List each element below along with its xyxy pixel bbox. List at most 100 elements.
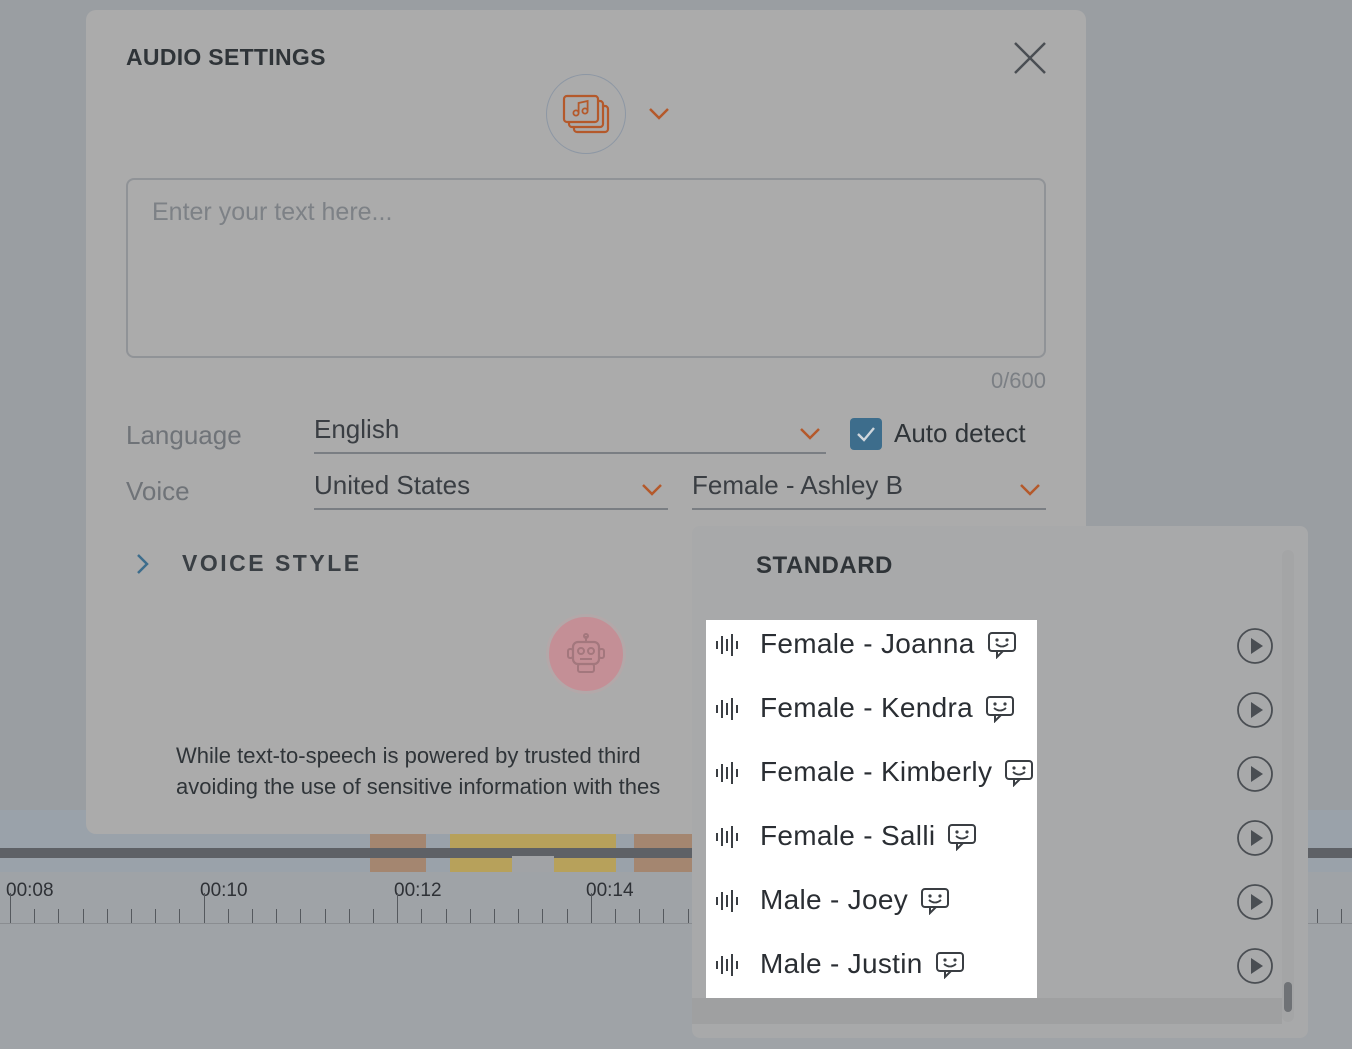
play-preview-icon[interactable] (1236, 691, 1274, 729)
ruler-tick (276, 909, 278, 923)
checkmark-icon (857, 427, 875, 442)
voice-option[interactable]: Male - Justin (706, 934, 1286, 998)
ruler-label: 00:08 (6, 880, 54, 901)
voice-option-label: Female - Kimberly (760, 756, 993, 787)
ruler-label: 00:12 (394, 880, 442, 901)
ruler-tick (227, 909, 229, 923)
text-input[interactable] (126, 178, 1046, 358)
neural-voice-badge-icon (936, 952, 964, 979)
voice-label: Voice (126, 476, 190, 506)
character-count: 0/600 (990, 368, 1046, 393)
voice-option[interactable]: Female - Kendra (706, 678, 1286, 742)
voice-region-select[interactable]: United States (314, 470, 668, 510)
voice-option-label: Male - Justin (760, 948, 923, 979)
voice-option[interactable]: Male - Joey (706, 870, 1286, 934)
disclaimer-line: avoiding the use of sensitive informatio… (176, 774, 661, 799)
scrollbar-thumb[interactable] (1284, 982, 1292, 1012)
ruler-tick (687, 909, 689, 923)
voice-speaker-select[interactable]: Female - Ashley B (692, 470, 1046, 510)
voice-option[interactable]: Female - Salli (706, 806, 1286, 870)
close-icon (1014, 42, 1046, 74)
voice-option-label: Female - Joanna (760, 628, 975, 659)
ruler-tick (1341, 909, 1342, 923)
ruler-tick (421, 909, 423, 923)
ruler-tick (203, 893, 205, 923)
voice-section-header: STANDARD (756, 552, 893, 579)
ruler-tick (252, 909, 253, 923)
voice-option-label: Male - Joey (760, 884, 909, 915)
play-preview-icon[interactable] (1236, 627, 1274, 665)
voice-style-toggle[interactable]: VOICE STYLE (126, 546, 426, 582)
neural-voice-badge-icon (1005, 760, 1033, 787)
ruler-tick (1316, 909, 1318, 923)
waveform-icon (716, 954, 738, 976)
ruler-tick (10, 893, 11, 923)
timeline-clip-gap (512, 856, 554, 872)
ruler-tick (663, 909, 665, 923)
ruler-tick (373, 909, 374, 923)
voice-option-partial[interactable] (692, 998, 1282, 1024)
ruler-tick (639, 909, 641, 923)
ruler-tick (494, 909, 495, 923)
generate-speech-button[interactable] (546, 614, 626, 694)
neural-voice-badge-icon (988, 632, 1016, 659)
ruler-tick (615, 909, 616, 923)
chevron-down-icon (649, 108, 669, 120)
voice-speaker-value: Female - Ashley B (692, 470, 903, 500)
modal-title: AUDIO SETTINGS (126, 44, 326, 70)
close-button[interactable] (1012, 40, 1048, 76)
auto-detect-checkbox[interactable] (850, 418, 882, 450)
ruler-tick (82, 909, 84, 923)
waveform-icon (716, 890, 738, 912)
voice-option[interactable]: Female - Kimberly (706, 742, 1286, 806)
chevron-right-icon (137, 554, 149, 574)
music-stack-icon (562, 94, 610, 134)
voice-style-label: VOICE STYLE (182, 550, 362, 576)
ruler-tick (34, 909, 36, 923)
voice-option[interactable]: Female - Joanna (706, 614, 1286, 678)
ruler-tick (155, 909, 157, 923)
voice-option-label: Female - Salli (760, 820, 936, 851)
ruler-tick (106, 909, 108, 923)
voice-option-label: Female - Kendra (760, 692, 974, 723)
disclaimer-line: While text-to-speech is powered by trust… (176, 743, 641, 768)
ruler-label: 00:14 (586, 880, 634, 901)
waveform-icon (716, 826, 738, 848)
play-preview-icon[interactable] (1236, 883, 1274, 921)
ruler-tick (397, 893, 399, 923)
ruler-tick (58, 909, 60, 923)
ruler-tick (131, 909, 132, 923)
ruler-tick (179, 909, 181, 923)
neural-voice-badge-icon (948, 824, 976, 851)
language-select[interactable]: English (314, 414, 826, 454)
ruler-tick (590, 893, 592, 923)
ruler-tick (469, 909, 471, 923)
robot-icon (567, 633, 605, 673)
ruler-tick (324, 909, 326, 923)
chevron-down-icon (800, 428, 820, 440)
media-type-dropdown[interactable] (647, 106, 671, 122)
privacy-disclaimer: While text-to-speech is powered by trust… (176, 740, 696, 804)
ruler-tick (348, 909, 350, 923)
language-label: Language (126, 420, 242, 450)
neural-voice-badge-icon (986, 696, 1014, 723)
language-value: English (314, 414, 400, 444)
waveform-icon (716, 762, 738, 784)
ruler-tick (566, 909, 568, 923)
chevron-down-icon (642, 484, 662, 496)
chevron-down-icon (1020, 484, 1040, 496)
dropdown-scrollbar[interactable] (1282, 550, 1294, 1022)
voice-region-value: United States (314, 470, 471, 500)
neural-voice-badge-icon (921, 888, 949, 915)
ruler-tick (300, 909, 302, 923)
waveform-icon (716, 634, 738, 656)
ruler-tick (445, 909, 447, 923)
waveform-icon (716, 698, 738, 720)
ruler-label: 00:10 (200, 880, 248, 901)
play-preview-icon[interactable] (1236, 947, 1274, 985)
ruler-tick (518, 909, 520, 923)
media-type-button[interactable] (546, 74, 626, 154)
play-preview-icon[interactable] (1236, 755, 1274, 793)
play-preview-icon[interactable] (1236, 819, 1274, 857)
auto-detect-label[interactable]: Auto detect (894, 418, 1026, 449)
